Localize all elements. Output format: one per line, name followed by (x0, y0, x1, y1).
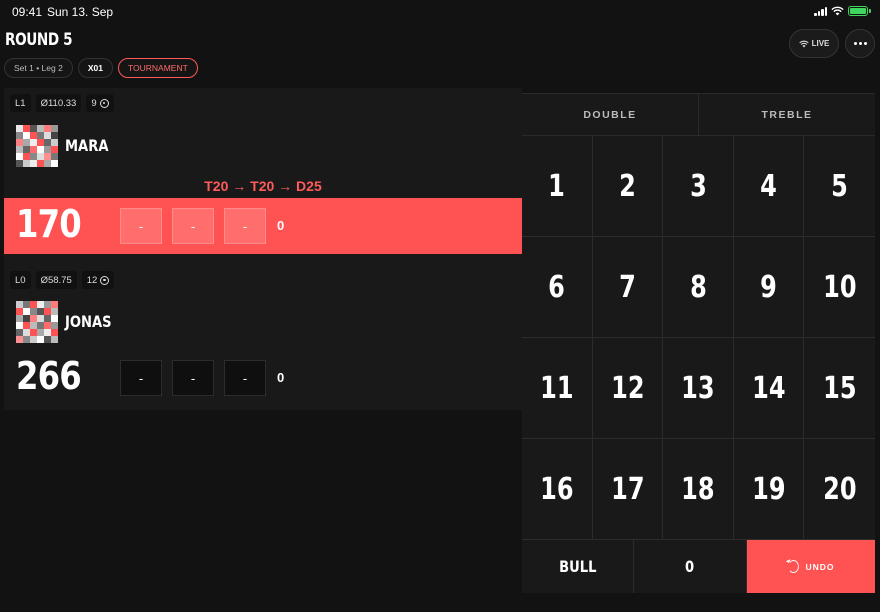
number-key-2[interactable]: 2 (592, 136, 664, 237)
status-bar: 09:41 Sun 13. Sep (0, 0, 880, 24)
number-key-16[interactable]: 16 (522, 439, 593, 540)
average: Ø58.75 (35, 271, 77, 289)
status-icons (814, 6, 871, 16)
number-key-11[interactable]: 11 (522, 338, 593, 439)
dart-1-slot: - (120, 360, 162, 396)
live-label: LIVE (811, 39, 830, 48)
turn-total: 0 (277, 218, 285, 233)
page-title: ROUND 5 (5, 30, 73, 50)
number-key-14[interactable]: 14 (733, 338, 805, 439)
more-icon (853, 42, 857, 45)
wifi-icon (798, 40, 809, 47)
number-key-18[interactable]: 18 (663, 439, 734, 540)
number-key-5[interactable]: 5 (804, 136, 875, 237)
number-key-20[interactable]: 20 (804, 439, 875, 540)
player-card-2: L0 Ø58.75 12 JONAS 266 - - - 0 (4, 265, 522, 425)
number-key-15[interactable]: 15 (804, 338, 875, 439)
keypad-bottom-row: BULL 0 UNDO (522, 540, 875, 593)
bull-button[interactable]: BULL (522, 540, 634, 593)
dart-2-slot: - (172, 208, 214, 244)
avatar (16, 125, 58, 167)
number-key-4[interactable]: 4 (733, 136, 805, 237)
number-key-13[interactable]: 13 (663, 338, 734, 439)
legs-won: L0 (10, 271, 31, 289)
number-grid: 1 2 3 4 5 6 7 8 9 10 11 12 13 14 15 16 1… (522, 136, 875, 540)
number-key-19[interactable]: 19 (733, 439, 805, 540)
darts-count: 12 (86, 274, 98, 286)
number-key-8[interactable]: 8 (663, 237, 734, 338)
number-key-3[interactable]: 3 (663, 136, 734, 237)
dart-3-slot: - (224, 208, 266, 244)
score-row-active: 170 - - - 0 (4, 198, 522, 254)
modifier-row: DOUBLE TREBLE (522, 93, 875, 136)
wifi-icon (831, 6, 844, 16)
score-row: 266 - - - 0 (4, 350, 522, 406)
player-name: JONAS (65, 312, 112, 331)
dart-2-slot: - (172, 360, 214, 396)
dart-3-slot: - (224, 360, 266, 396)
darts-count: 9 (91, 97, 97, 109)
dart-1-slot: - (120, 208, 162, 244)
status-date: Sun 13. Sep (47, 5, 114, 19)
legs-won: L1 (10, 94, 31, 112)
signal-icon (814, 6, 827, 16)
players-panel: L1 Ø110.33 9 MARA T20 → T20 → D25 170 - … (4, 88, 522, 410)
tournament-chip: TOURNAMENT (117, 58, 198, 78)
number-key-6[interactable]: 6 (522, 237, 593, 338)
darts-thrown: 9 (86, 94, 114, 112)
score-keypad: DOUBLE TREBLE 1 2 3 4 5 6 7 8 9 10 11 12… (522, 93, 875, 593)
undo-label: UNDO (805, 561, 835, 572)
average: Ø110.33 (35, 94, 82, 112)
player-stats: L1 Ø110.33 9 (10, 94, 114, 112)
target-icon (99, 98, 109, 108)
checkout-hint: T20 → T20 → D25 (204, 178, 322, 194)
double-button[interactable]: DOUBLE (522, 94, 698, 135)
target-icon (100, 275, 110, 285)
match-chips: Set 1 • Leg 2 X01 TOURNAMENT (4, 58, 198, 78)
number-key-10[interactable]: 10 (804, 237, 875, 338)
undo-button[interactable]: UNDO (747, 540, 875, 593)
remaining-score: 170 (16, 202, 82, 246)
number-key-9[interactable]: 9 (733, 237, 805, 338)
number-key-17[interactable]: 17 (592, 439, 664, 540)
set-leg-chip: Set 1 • Leg 2 (4, 58, 73, 78)
game-mode-chip: X01 (77, 58, 113, 78)
player-name: MARA (65, 136, 109, 155)
avatar (16, 301, 58, 343)
remaining-score: 266 (16, 354, 82, 398)
number-key-12[interactable]: 12 (592, 338, 664, 439)
status-time: 09:41 (12, 5, 43, 19)
player-stats: L0 Ø58.75 12 (10, 271, 115, 289)
player-card-1: L1 Ø110.33 9 MARA T20 → T20 → D25 170 - … (4, 88, 522, 254)
darts-thrown: 12 (81, 271, 115, 289)
undo-icon (788, 560, 800, 573)
more-button[interactable] (845, 29, 875, 58)
zero-button[interactable]: 0 (634, 540, 747, 593)
number-key-1[interactable]: 1 (522, 136, 593, 237)
battery-icon (848, 6, 871, 16)
number-key-7[interactable]: 7 (592, 237, 664, 338)
live-button[interactable]: LIVE (789, 29, 839, 58)
treble-button[interactable]: TREBLE (698, 94, 875, 135)
turn-total: 0 (277, 370, 285, 385)
